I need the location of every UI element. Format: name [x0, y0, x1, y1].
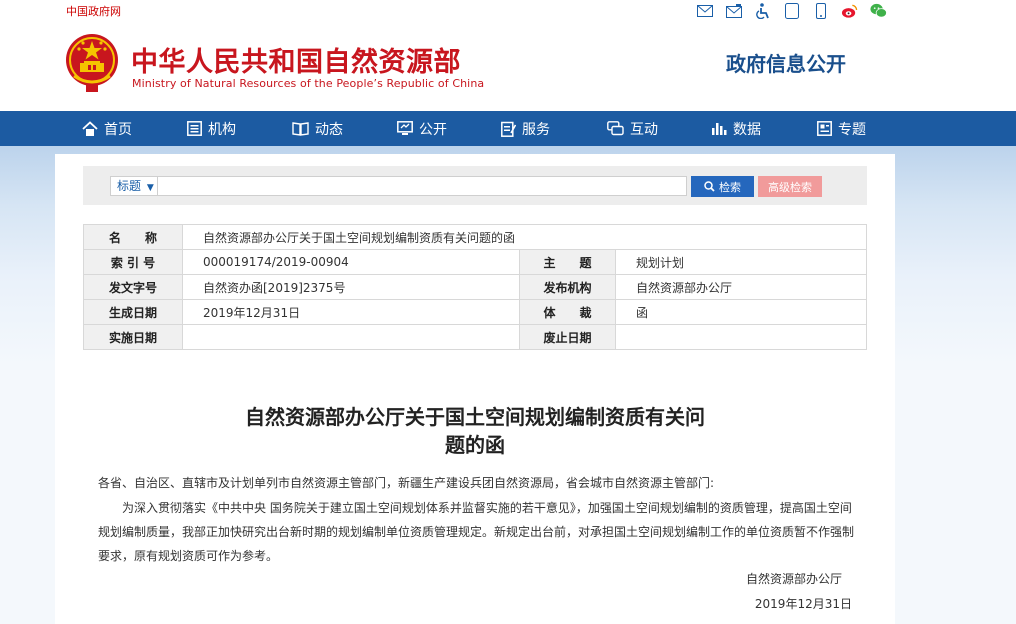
table-row: 发文字号 自然资办函[2019]2375号 发布机构 自然资源部办公厅 — [83, 274, 867, 300]
effective-label: 实施日期 — [83, 324, 183, 350]
search-field-select[interactable]: 标题 ▼ — [110, 176, 158, 196]
index-value: 000019174/2019-00904 — [182, 249, 520, 275]
app-icon[interactable] — [783, 3, 800, 20]
nav-item-home[interactable]: 首页 — [82, 111, 132, 146]
document-metadata-table: 名 称 自然资源部办公厅关于国土空间规划编制资质有关问题的函 索 引 号 000… — [83, 224, 867, 350]
wechat-icon[interactable] — [870, 3, 887, 20]
document-title-line2: 题的函 — [445, 433, 505, 457]
gov-portal-link[interactable]: 中国政府网 — [66, 3, 121, 19]
site-header: 中华人民共和国自然资源部 Ministry of Natural Resourc… — [0, 22, 1016, 110]
weibo-icon[interactable] — [841, 3, 858, 20]
genre-label: 体 裁 — [519, 299, 616, 325]
nav-label-data: 数据 — [733, 121, 761, 138]
subject-label: 主 题 — [519, 249, 616, 275]
search-input[interactable] — [157, 176, 687, 196]
national-emblem-logo[interactable] — [64, 32, 120, 94]
nav-item-data[interactable]: 数据 — [711, 111, 761, 146]
disclosure-icon — [397, 121, 413, 135]
search-field-label: 标题 — [117, 179, 142, 193]
organization-icon — [187, 121, 202, 136]
nav-label-news: 动态 — [315, 121, 343, 138]
topic-icon — [817, 121, 832, 136]
table-row: 名 称 自然资源部办公厅关于国土空间规划编制资质有关问题的函 — [83, 224, 867, 250]
created-label: 生成日期 — [83, 299, 183, 325]
service-icon — [501, 121, 516, 137]
caret-down-icon: ▼ — [146, 183, 154, 193]
name-value: 自然资源部办公厅关于国土空间规划编制资质有关问题的函 — [182, 224, 867, 250]
subject-value: 规划计划 — [615, 249, 867, 275]
advanced-search-button[interactable]: 高级检索 — [758, 176, 822, 197]
top-utility-bar: 中国政府网 — [0, 0, 1016, 22]
document-signature: 自然资源部办公厅 — [745, 572, 842, 586]
data-icon — [712, 123, 727, 135]
document-date: 2019年12月31日 — [754, 597, 852, 611]
repeal-value — [615, 324, 867, 350]
document-salutation: 各省、自治区、直辖市及计划单列市自然资源主管部门，新疆生产建设兵团自然资源局，省… — [98, 476, 715, 490]
docno-label: 发文字号 — [83, 274, 183, 300]
created-value: 2019年12月31日 — [182, 299, 520, 325]
advanced-search-label: 高级检索 — [768, 180, 812, 194]
nav-label-organization: 机构 — [208, 121, 236, 138]
effective-value — [182, 324, 520, 350]
document-title: 自然资源部办公厅关于国土空间规划编制资质有关问 题的函 — [195, 403, 755, 459]
issuer-value: 自然资源部办公厅 — [615, 274, 867, 300]
index-label: 索 引 号 — [83, 249, 183, 275]
nav-item-organization[interactable]: 机构 — [187, 111, 236, 146]
table-row: 实施日期 废止日期 — [83, 324, 867, 350]
repeal-label: 废止日期 — [519, 324, 616, 350]
nav-label-topic: 专题 — [838, 121, 866, 138]
main-nav: 首页 机构 动态 公开 服务 互动 数据 专题 — [0, 111, 1016, 146]
table-row: 生成日期 2019年12月31日 体 裁 函 — [83, 299, 867, 325]
search-button[interactable]: 检索 — [691, 176, 754, 197]
search-icon — [704, 181, 715, 192]
nav-item-interaction[interactable]: 互动 — [607, 111, 658, 146]
table-row: 索 引 号 000019174/2019-00904 主 题 规划计划 — [83, 249, 867, 275]
nav-label-service: 服务 — [522, 121, 550, 138]
accessibility-icon[interactable] — [754, 3, 771, 20]
nav-label-home: 首页 — [104, 121, 132, 138]
nav-item-news[interactable]: 动态 — [292, 111, 343, 146]
mailbox-icon[interactable] — [725, 3, 742, 20]
site-subtitle: Ministry of Natural Resources of the Peo… — [132, 77, 485, 90]
issuer-label: 发布机构 — [519, 274, 616, 300]
name-label: 名 称 — [83, 224, 183, 250]
docno-value: 自然资办函[2019]2375号 — [182, 274, 520, 300]
nav-item-disclosure[interactable]: 公开 — [397, 111, 447, 146]
news-icon — [292, 122, 309, 136]
home-icon — [82, 120, 98, 136]
genre-value: 函 — [615, 299, 867, 325]
utility-icons — [696, 2, 887, 20]
document-title-line1: 自然资源部办公厅关于国土空间规划编制资质有关问 — [245, 405, 705, 429]
section-title: 政府信息公开 — [726, 52, 846, 76]
search-button-label: 检索 — [719, 180, 741, 194]
mobile-icon[interactable] — [812, 3, 829, 20]
document-body: 为深入贯彻落实《中共中央 国务院关于建立国土空间规划体系并监督实施的若干意见》，… — [98, 501, 855, 563]
interaction-icon — [607, 121, 624, 136]
nav-item-service[interactable]: 服务 — [501, 111, 550, 146]
nav-label-interaction: 互动 — [630, 121, 658, 138]
nav-label-disclosure: 公开 — [419, 121, 447, 138]
mail-icon[interactable] — [696, 3, 713, 20]
site-title: 中华人民共和国自然资源部 — [131, 47, 461, 78]
nav-item-topic[interactable]: 专题 — [817, 111, 866, 146]
